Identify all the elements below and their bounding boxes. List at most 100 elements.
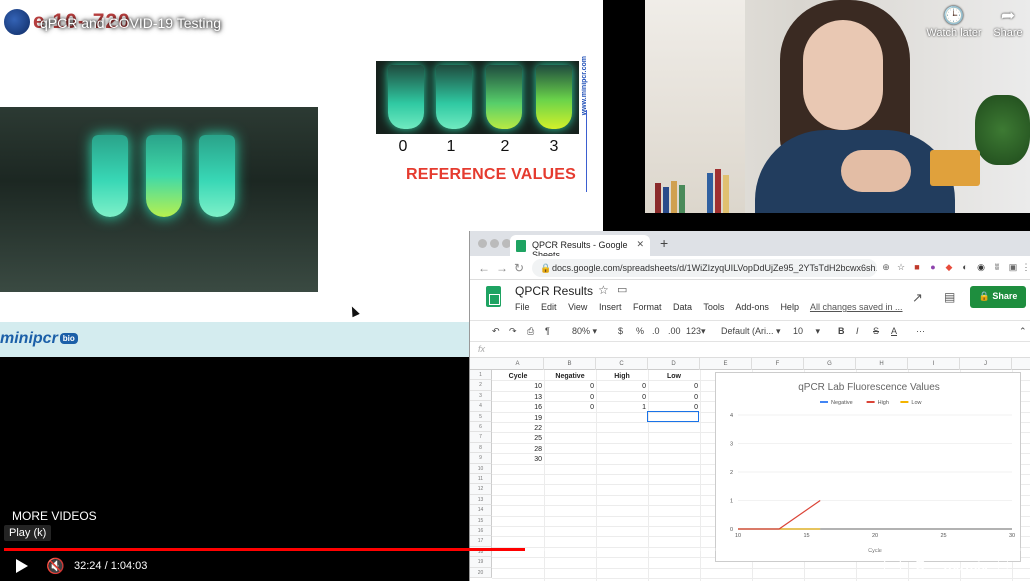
star-icon[interactable]: ☆ <box>598 283 609 297</box>
collapse-icon[interactable]: ⌃ <box>1019 326 1027 337</box>
folder-icon[interactable]: ▭ <box>617 283 627 296</box>
row-header[interactable]: 2 <box>470 380 492 391</box>
paint-format-icon[interactable]: ¶ <box>545 326 550 336</box>
reload-icon[interactable]: ↻ <box>514 261 524 275</box>
progress-track[interactable] <box>4 548 1026 551</box>
column-header[interactable]: C <box>596 358 648 370</box>
menu-insert[interactable]: Insert <box>599 302 622 312</box>
table-cell[interactable]: 0 <box>544 393 594 403</box>
italic-button[interactable]: I <box>856 326 859 336</box>
row-header[interactable]: 19 <box>470 557 492 568</box>
header-cell[interactable]: Negative <box>544 372 596 382</box>
document-title[interactable]: QPCR Results <box>515 284 593 298</box>
watch-later-button[interactable]: 🕒 Watch later <box>924 5 984 39</box>
menu-format[interactable]: Format <box>633 302 662 312</box>
video-player[interactable]: 0 1 2 3 REFERENCE VALUES www.minipcr.com… <box>0 0 1030 581</box>
table-cell[interactable]: 25 <box>492 434 542 444</box>
embedded-chart[interactable]: qPCR Lab Fluorescence Values Negative High… <box>715 372 1021 562</box>
table-cell[interactable]: 10 <box>492 382 542 392</box>
row-header[interactable]: 20 <box>470 567 492 578</box>
table-cell[interactable]: 0 <box>544 382 594 392</box>
row-header[interactable]: 3 <box>470 390 492 402</box>
menu-data[interactable]: Data <box>673 302 692 312</box>
mute-icon[interactable]: 🔇 <box>46 557 65 575</box>
url-field[interactable]: 🔒 docs.google.com/spreadsheets/d/1WiZIzy… <box>532 259 877 277</box>
browser-tab[interactable]: QPCR Results - Google Sheets ✕ <box>510 235 650 260</box>
sheets-share-button[interactable]: 🔒 Share <box>970 286 1026 308</box>
bookmark-star-icon[interactable]: ☆ <box>895 262 907 273</box>
menu-icon[interactable]: ⋮ <box>1020 262 1030 273</box>
column-header[interactable]: I <box>908 358 960 370</box>
table-cell[interactable]: 30 <box>492 455 542 465</box>
table-cell[interactable]: 0 <box>648 393 698 403</box>
table-cell[interactable]: 0 <box>596 382 646 392</box>
menu-file[interactable]: File <box>515 302 530 312</box>
forward-icon[interactable]: → <box>496 261 508 275</box>
more-videos-label[interactable]: MORE VIDEOS <box>12 509 97 523</box>
channel-avatar[interactable] <box>2 7 32 37</box>
font-size-select[interactable]: 10 ▾ <box>793 326 820 337</box>
menu-view[interactable]: View <box>568 302 587 312</box>
row-header[interactable]: 17 <box>470 536 492 547</box>
undo-icon[interactable]: ↶ <box>492 326 500 337</box>
extension-icon[interactable]: ◉ <box>975 262 987 273</box>
video-title[interactable]: qPCR and COVID-19 Testing <box>40 15 221 31</box>
bold-button[interactable]: B <box>838 326 845 336</box>
row-header[interactable]: 9 <box>470 453 492 464</box>
comment-icon[interactable]: ▤ <box>944 290 955 304</box>
formula-bar[interactable]: fx <box>470 342 1030 358</box>
header-cell[interactable]: Low <box>648 372 700 382</box>
youtube-logo[interactable]: YouTube <box>941 559 992 574</box>
save-status-link[interactable]: All changes saved in ... <box>810 302 903 312</box>
extension-icon[interactable]: ▣ <box>1007 262 1019 273</box>
window-control[interactable] <box>478 239 487 248</box>
row-header[interactable]: 7 <box>470 432 492 443</box>
percent-button[interactable]: % <box>636 326 644 336</box>
table-cell[interactable]: 16 <box>492 403 542 413</box>
header-cell[interactable]: High <box>596 372 648 382</box>
row-header[interactable]: 16 <box>470 526 492 537</box>
row-header[interactable]: 15 <box>470 515 492 526</box>
print-icon[interactable]: ⎙ <box>527 326 534 337</box>
redo-icon[interactable]: ↷ <box>509 326 517 337</box>
table-cell[interactable]: 1 <box>596 403 646 413</box>
font-select[interactable]: Default (Ari... ▾ <box>721 326 781 337</box>
extension-icon[interactable]: ● <box>927 262 939 272</box>
close-tab-icon[interactable]: ✕ <box>636 239 644 250</box>
extension-icon[interactable]: ◆ <box>943 262 955 273</box>
menu-add-ons[interactable]: Add-ons <box>735 302 769 312</box>
row-header[interactable]: 10 <box>470 463 492 474</box>
window-control[interactable] <box>490 239 499 248</box>
column-header[interactable]: H <box>856 358 908 370</box>
row-header[interactable]: 11 <box>470 474 492 485</box>
column-header[interactable]: E <box>700 358 752 370</box>
row-header[interactable]: 6 <box>470 422 492 433</box>
table-cell[interactable]: 0 <box>544 403 594 413</box>
table-cell[interactable]: 28 <box>492 445 542 455</box>
column-header[interactable]: A <box>492 358 544 370</box>
row-header[interactable]: 13 <box>470 494 492 506</box>
more-toolbar-button[interactable]: ··· <box>916 326 925 336</box>
strikethrough-button[interactable]: S <box>873 326 879 336</box>
decrease-decimal-button[interactable]: .0 <box>652 326 660 336</box>
share-button[interactable]: ➦ Share <box>988 5 1028 39</box>
activity-trend-icon[interactable]: ↗ <box>912 290 923 306</box>
column-header[interactable]: B <box>544 358 596 370</box>
menu-tools[interactable]: Tools <box>703 302 724 312</box>
table-cell[interactable]: 0 <box>648 382 698 392</box>
row-header[interactable]: 4 <box>470 401 492 412</box>
menu-help[interactable]: Help <box>780 302 799 312</box>
zoom-select[interactable]: 80% ▾ <box>572 326 597 337</box>
currency-button[interactable]: $ <box>618 326 623 336</box>
captions-icon[interactable]: CC <box>884 560 901 572</box>
settings-gear-icon[interactable]: ⚙ <box>913 556 927 576</box>
table-cell[interactable]: 0 <box>596 393 646 403</box>
back-icon[interactable]: ← <box>478 261 490 275</box>
extension-icon[interactable]: ◐ <box>959 262 971 272</box>
table-cell[interactable]: 22 <box>492 424 542 434</box>
column-header[interactable]: F <box>752 358 804 370</box>
number-format-select[interactable]: 123▾ <box>686 326 706 337</box>
zoom-icon[interactable]: ⊕ <box>880 262 892 273</box>
play-button[interactable] <box>16 559 28 573</box>
row-header[interactable]: 8 <box>470 442 492 454</box>
